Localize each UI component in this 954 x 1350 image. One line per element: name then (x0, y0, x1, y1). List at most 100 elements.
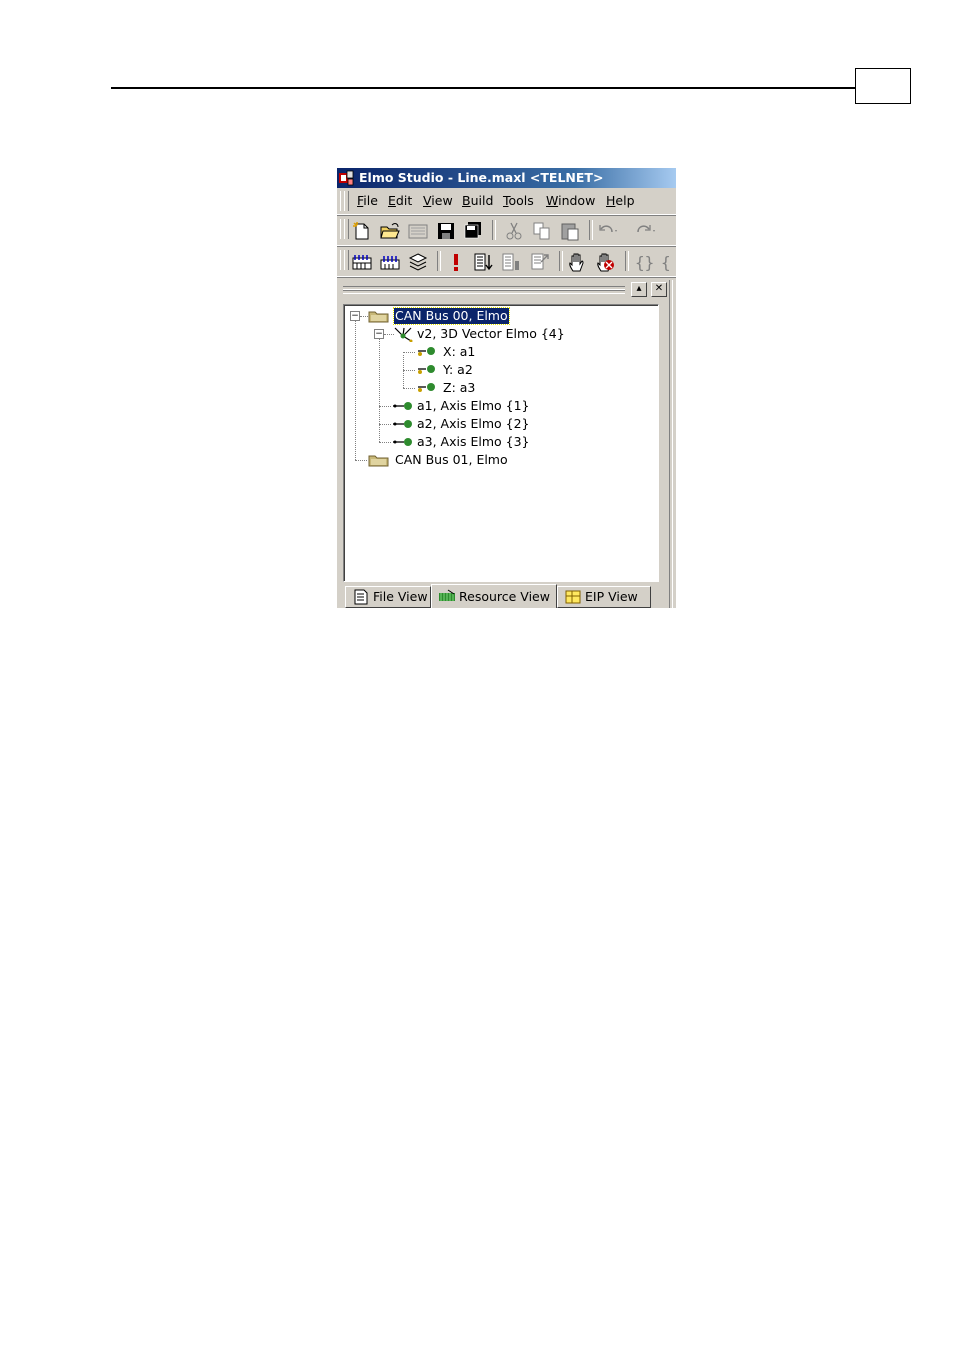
toolbar-separator-4 (559, 251, 563, 271)
standard-toolbar (337, 216, 676, 246)
axis-icon (393, 420, 412, 428)
tree-node-can-bus-01[interactable]: CAN Bus 01, Elmo (368, 452, 568, 468)
build-icon[interactable] (351, 251, 373, 273)
tab-file-view[interactable]: File View (345, 586, 431, 608)
tree-line (355, 460, 367, 461)
menu-tools[interactable]: Tools (503, 193, 534, 208)
pane-splitter[interactable] (669, 280, 673, 608)
menubar-grip-2[interactable] (344, 191, 349, 211)
toolbar-separator-3 (437, 251, 441, 271)
tree-line (355, 319, 356, 460)
brace-icon-2[interactable]: { (659, 251, 676, 273)
collapse-toggle[interactable]: − (350, 311, 360, 321)
menu-bar: File Edit View Build Tools Window Help (337, 188, 676, 215)
tree-node-label: Z: a3 (443, 380, 476, 395)
workspace-icon[interactable] (407, 220, 429, 242)
tree-node-can-bus-00[interactable]: CAN Bus 00, Elmo (368, 307, 568, 325)
tree-node-a2[interactable]: a2, Axis Elmo {2} (392, 416, 552, 432)
stop-hand-icon[interactable] (567, 251, 589, 273)
undo-icon[interactable] (597, 220, 619, 242)
tree-line (403, 388, 415, 389)
folder-icon (368, 311, 389, 323)
tree-node-a3[interactable]: a3, Axis Elmo {3} (392, 434, 552, 450)
tree-node-label: Y: a2 (443, 362, 473, 377)
tree-node-v2[interactable]: v2, 3D Vector Elmo {4} (392, 326, 612, 342)
exclamation-icon[interactable] (445, 251, 467, 273)
redo-icon[interactable] (635, 220, 657, 242)
tree-line (379, 406, 391, 407)
menu-edit[interactable]: Edit (388, 193, 412, 208)
copy-icon[interactable] (531, 220, 553, 242)
download-icon[interactable] (473, 251, 495, 273)
tree-node-label: CAN Bus 00, Elmo (393, 307, 510, 325)
tree-line (379, 442, 391, 443)
paste-icon[interactable] (559, 220, 581, 242)
new-file-icon[interactable] (351, 220, 373, 242)
view-tabs: File View Resource View EIP View (341, 584, 671, 608)
tree-node-label: v2, 3D Vector Elmo {4} (417, 326, 565, 341)
app-icon (339, 170, 354, 186)
title-bar[interactable]: Elmo Studio - Line.maxl <TELNET> (337, 168, 676, 188)
compare-icon[interactable] (529, 251, 551, 273)
tree-node-label: CAN Bus 01, Elmo (395, 452, 508, 467)
menu-view[interactable]: View (423, 193, 453, 208)
tree-node-z[interactable]: Z: a3 (416, 380, 516, 396)
resource-tree[interactable]: − − CAN Bus 00, Elmo v2, 3D Vector Elmo … (343, 304, 659, 582)
toolbar-separator (492, 220, 496, 240)
tree-line (403, 355, 404, 388)
toolbar-separator-2 (589, 220, 593, 240)
axis-link-icon (418, 365, 435, 374)
menu-file[interactable]: File (357, 193, 378, 208)
elmo-studio-window: Elmo Studio - Line.maxl <TELNET> File Ed… (337, 168, 676, 608)
upload-icon[interactable] (501, 251, 523, 273)
build-toolbar: {} { (337, 247, 676, 277)
cut-icon[interactable] (503, 220, 525, 242)
axis-link-icon (418, 383, 435, 392)
folder-icon (368, 455, 389, 467)
layers-icon[interactable] (407, 251, 429, 273)
tree-line (360, 316, 368, 317)
toolbar-grip-4[interactable] (344, 250, 349, 270)
tab-resource-view[interactable]: Resource View (431, 584, 557, 608)
eip-icon (565, 590, 581, 604)
axis-link-icon (418, 347, 435, 356)
pane-titlebar[interactable]: ▴ ✕ (341, 282, 667, 298)
window-title: Elmo Studio - Line.maxl <TELNET> (359, 170, 604, 185)
save-icon[interactable] (435, 220, 457, 242)
menu-window[interactable]: Window (546, 193, 595, 208)
page-number-box (855, 68, 911, 104)
tree-node-x[interactable]: X: a1 (416, 344, 516, 360)
save-all-icon[interactable] (461, 220, 483, 242)
menu-build[interactable]: Build (462, 193, 493, 208)
tree-line (379, 337, 380, 442)
tree-line (379, 424, 391, 425)
brace-icon[interactable]: {} (633, 251, 655, 273)
page-header-rule (111, 87, 855, 89)
tree-node-a1[interactable]: a1, Axis Elmo {1} (392, 398, 552, 414)
tab-eip-view[interactable]: EIP View (557, 586, 651, 608)
tree-node-label: a3, Axis Elmo {3} (417, 434, 530, 449)
pane-close-button[interactable]: ✕ (651, 282, 667, 297)
axis-icon (393, 438, 412, 446)
tree-line (403, 352, 415, 353)
toolbar-separator-5 (625, 251, 629, 271)
tree-node-y[interactable]: Y: a2 (416, 362, 516, 378)
toolbar-grip-2[interactable] (344, 219, 349, 239)
svg-text:{: { (661, 253, 671, 272)
resource-icon (439, 589, 455, 601)
tree-node-label: X: a1 (443, 344, 476, 359)
axis-icon (393, 402, 412, 410)
pane-maximize-button[interactable]: ▴ (631, 282, 647, 297)
vector-axis-icon (394, 327, 413, 342)
tree-node-label: a2, Axis Elmo {2} (417, 416, 530, 431)
collapse-toggle[interactable]: − (374, 329, 384, 339)
pane-grip-2 (343, 290, 625, 294)
tree-node-label: a1, Axis Elmo {1} (417, 398, 530, 413)
tree-line (403, 370, 415, 371)
open-folder-icon[interactable] (379, 220, 401, 242)
menu-help[interactable]: Help (606, 193, 635, 208)
rebuild-icon[interactable] (379, 251, 401, 273)
document-icon (354, 589, 368, 605)
svg-text:{}: {} (635, 253, 654, 272)
stop-all-icon[interactable] (595, 251, 617, 273)
